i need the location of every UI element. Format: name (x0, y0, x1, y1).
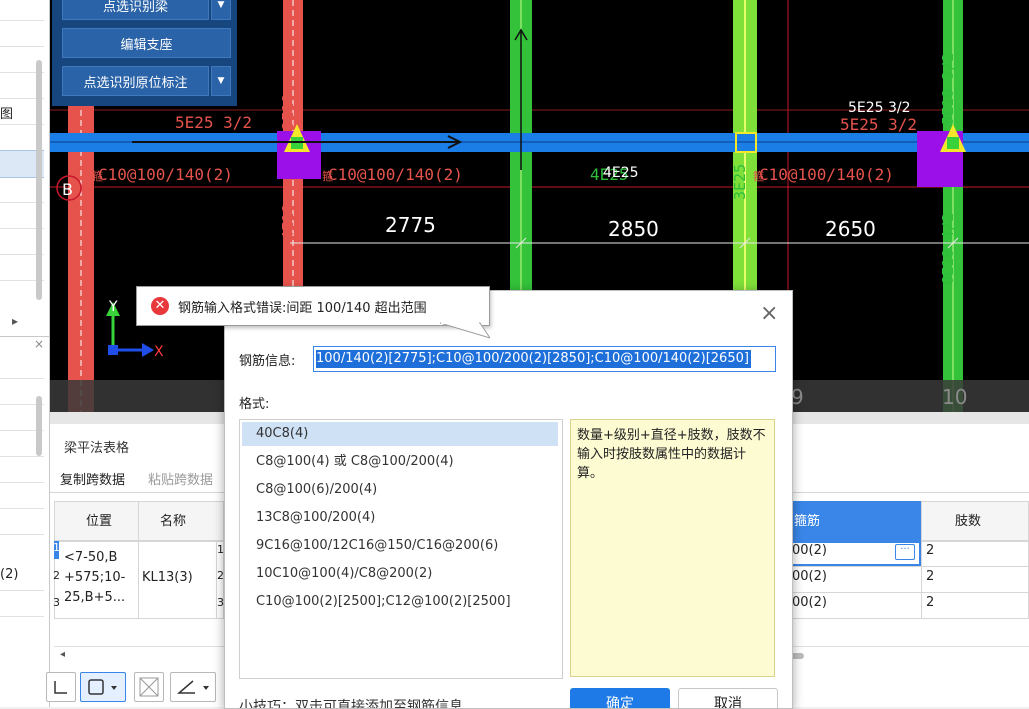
name-cell[interactable]: KL13(3) (142, 570, 193, 585)
floating-tool-menu: 点选识别梁 ▼ 编辑支座 点选识别原位标注 ▼ (52, 0, 237, 106)
cross-select-icon[interactable] (134, 672, 164, 702)
top-rebar-label-left: 5E25 3/2 (175, 113, 252, 132)
expand-arrow-icon[interactable]: ▸ (12, 314, 18, 328)
identify-annotation-button[interactable]: 点选识别原位标注 (62, 66, 209, 96)
column-header-position[interactable]: 位置 (86, 510, 112, 529)
format-item-2[interactable]: C8@100(4) 或 C8@100/200(4) (242, 450, 558, 474)
identify-annotation-dropdown[interactable]: ▼ (211, 66, 231, 96)
more-options-icon[interactable]: ··· (895, 544, 915, 560)
angle-tool-icon[interactable] (170, 672, 216, 702)
column-header-stirrup[interactable]: 箍筋 (790, 501, 921, 541)
left-panel-cut-value: (2) (0, 567, 19, 582)
axis-number-10: 10 (942, 385, 967, 409)
identify-beam-dropdown[interactable]: ▼ (211, 0, 231, 20)
left-panel-scrollbar[interactable] (36, 60, 42, 300)
stirrup-cell-2[interactable]: 00(2) (792, 569, 827, 584)
error-message: 钢筋输入格式错误:间距 100/140 超出范围 (178, 301, 427, 316)
column-header-legs[interactable]: 肢数 (955, 510, 981, 529)
tooltip-pointer (440, 322, 490, 339)
rebar-info-value: 100/140(2)[2775];C10@100/200(2)[2850];C1… (316, 350, 751, 368)
column-header-name[interactable]: 名称 (160, 510, 186, 529)
vertical-label-6e18: 6E18 4/2 (939, 213, 957, 285)
format-item-3[interactable]: C8@100(6)/200(4) (242, 478, 558, 502)
row-number-1: 1 (53, 541, 60, 554)
legs-cell-2[interactable]: 2 (926, 569, 934, 584)
ucs-y-label: Y (108, 299, 118, 315)
error-tooltip: ✕ 钢筋输入格式错误:间距 100/140 超出范围 (136, 286, 490, 326)
stirrup-label-1: C10@100/140(2) (98, 165, 233, 184)
top-rebar-label-right: 5E25 3/2 (848, 100, 911, 116)
legs-cell-1[interactable]: 2 (926, 543, 934, 558)
rebar-info-input[interactable]: 100/140(2)[2775];C10@100/200(2)[2850];C1… (313, 346, 776, 372)
axis-b-label: B (62, 180, 73, 199)
panel-title: 梁平法表格 (64, 441, 130, 456)
row-number-2: 2 (53, 569, 60, 582)
format-item-7[interactable]: C10@100(2)[2500];C12@100(2)[2500] (242, 590, 558, 614)
stirrup-label-3: C10@100/140(2) (759, 165, 894, 184)
identify-beam-button[interactable]: 点选识别梁 (62, 0, 209, 20)
ucs-x-label: X (154, 344, 164, 360)
vertical-label-5e18: 5E18 3/2 (939, 53, 957, 125)
edit-support-button[interactable]: 编辑支座 (62, 28, 231, 58)
row-number-b-1: 1 (217, 543, 224, 556)
format-item-6[interactable]: 10C10@100(4)/C8@200(2) (242, 562, 558, 586)
scroll-left-icon[interactable]: ◂ (60, 649, 65, 660)
paste-span-button[interactable]: 粘贴跨数据 (148, 469, 213, 488)
close-icon[interactable]: × (760, 301, 778, 326)
row-number-b-3: 3 (217, 596, 224, 609)
left-panel: 图 ▸ × (2) (0, 0, 50, 707)
rectangle-select-icon[interactable] (80, 672, 126, 702)
copy-span-button[interactable]: 复制跨数据 (60, 469, 125, 488)
row-number-3: 3 (53, 596, 60, 609)
position-cell-line-2[interactable]: +575;10- (64, 570, 125, 585)
rebar-input-dialog: × 钢筋信息: 100/140(2)[2775];C10@100/200(2)[… (224, 290, 793, 709)
position-cell-line-1[interactable]: <7-50,B (64, 550, 117, 565)
dimension-2: 2850 (608, 217, 659, 241)
legs-cell-3[interactable]: 2 (926, 595, 934, 610)
stirrup-cell-3[interactable]: 00(2) (792, 595, 827, 610)
vertical-label-3e25: 3E25 (731, 164, 749, 200)
tip-text: 小技巧：双击可直接添加至钢筋信息 (239, 699, 463, 709)
vertical-label-3e18: 3E18 (279, 94, 297, 130)
ok-button[interactable]: 确定 (570, 688, 670, 708)
position-cell-line-3[interactable]: 25,B+5... (64, 590, 125, 605)
format-description: 数量+级别+直径+肢数，肢数不输入时按肢数属性中的数据计算。 (570, 419, 775, 677)
format-label: 格式: (239, 397, 270, 412)
select-mode-icon[interactable] (46, 672, 76, 702)
close-icon[interactable]: × (34, 337, 44, 351)
top-rebar-label-right-shadow: 5E25 3/2 (840, 115, 917, 134)
dimension-1: 2775 (385, 213, 436, 237)
format-item-5[interactable]: 9C16@100/12C16@150/C16@200(6) (242, 534, 558, 558)
mid-rebar-label: 4E25 (603, 165, 639, 181)
left-panel-cut-text: 图 (0, 107, 14, 122)
rebar-info-label: 钢筋信息: (239, 354, 296, 369)
format-item-1[interactable]: 40C8(4) (242, 422, 558, 446)
vertical-label-4e18: 4E18 (279, 204, 297, 240)
cancel-button[interactable]: 取消 (678, 688, 778, 708)
column-header-stirrup-label: 箍筋 (794, 514, 821, 529)
left-panel-scrollbar-2[interactable] (36, 396, 42, 456)
error-icon: ✕ (151, 297, 169, 315)
row-number-b-2: 2 (217, 569, 224, 582)
stirrup-label-2: C10@100/140(2) (328, 165, 463, 184)
stirrup-cell-1[interactable]: 00(2) (792, 543, 827, 558)
format-list[interactable]: 40C8(4) C8@100(4) 或 C8@100/200(4) C8@100… (239, 419, 563, 679)
format-item-4[interactable]: 13C8@100/200(4) (242, 506, 558, 530)
dimension-3: 2650 (825, 217, 876, 241)
